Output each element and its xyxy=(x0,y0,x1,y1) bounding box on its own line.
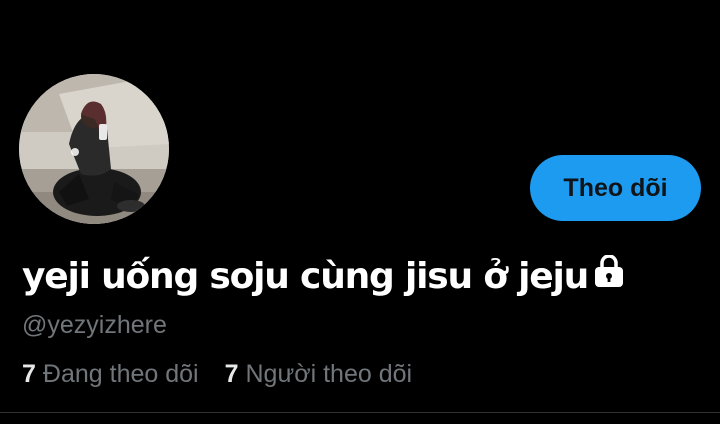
lock-icon xyxy=(594,253,624,287)
followers-label: Người theo dõi xyxy=(245,360,413,388)
display-name: yeji uống soju cùng jisu ở jeju xyxy=(22,256,589,297)
profile-handle: @yezyizhere xyxy=(22,311,167,339)
divider xyxy=(0,412,720,413)
follow-button[interactable]: Theo dõi xyxy=(530,155,701,221)
following-stat[interactable]: 7 Đang theo dõi xyxy=(22,360,199,389)
avatar[interactable] xyxy=(19,74,169,224)
following-count: 7 xyxy=(22,360,36,388)
following-label: Đang theo dõi xyxy=(42,360,199,388)
followers-count: 7 xyxy=(224,360,239,388)
display-name-row: yeji uống soju cùng jisu ở jeju xyxy=(22,253,624,297)
followers-stat[interactable]: 7 Người theo dõi xyxy=(225,360,412,389)
avatar-photo xyxy=(19,74,169,224)
profile-stats: 7 Đang theo dõi 7 Người theo dõi xyxy=(22,360,412,389)
